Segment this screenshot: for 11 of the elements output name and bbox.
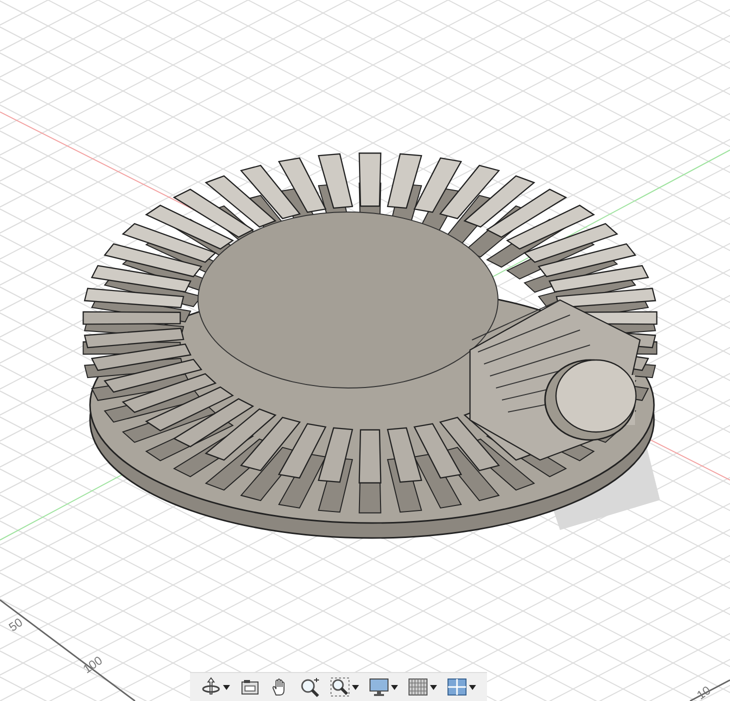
zoom-fit-icon [330, 677, 350, 697]
screen-icon [240, 678, 260, 696]
viewports-icon [447, 678, 467, 696]
monitor-icon [369, 677, 389, 697]
grid-edge-line [690, 679, 730, 701]
grid-label: 100 [80, 653, 105, 676]
grid-label: 50 [6, 615, 26, 634]
orbit-icon [201, 677, 221, 697]
grid-label: 10 [694, 683, 714, 701]
zoom-in-icon [300, 677, 320, 697]
grid-icon [408, 678, 428, 696]
